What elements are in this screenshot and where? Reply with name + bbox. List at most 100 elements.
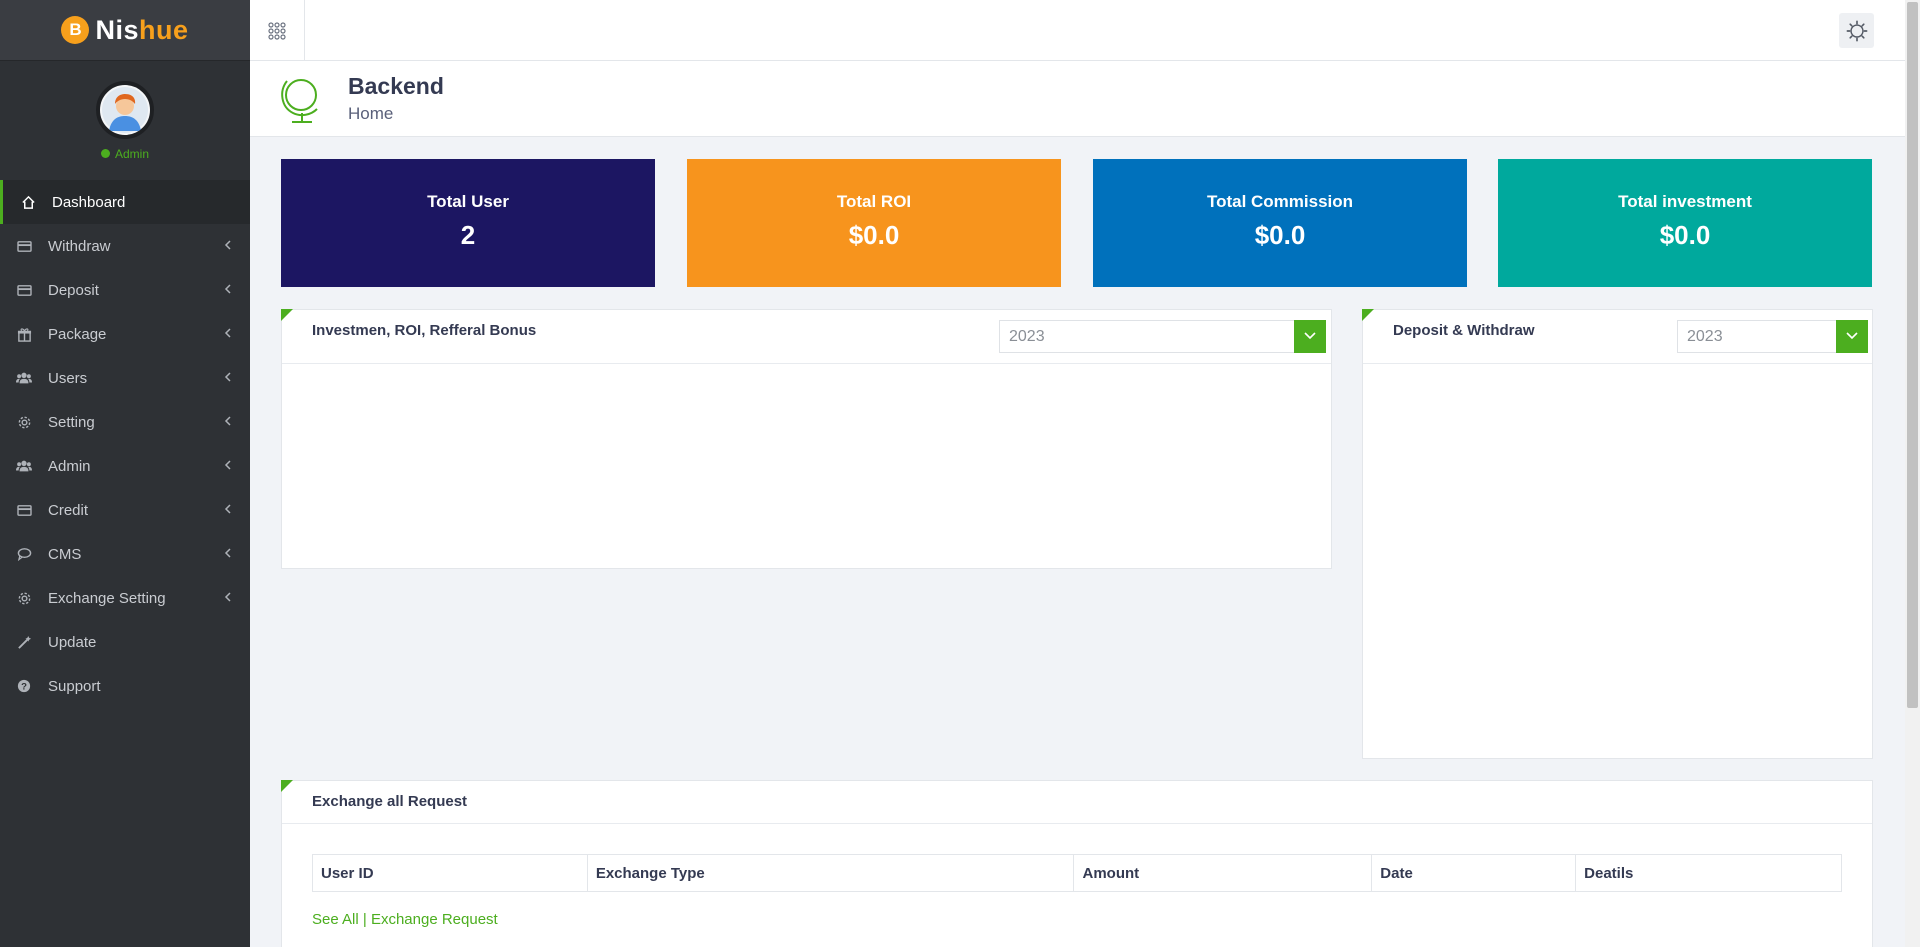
year-select-value: 2023 (1687, 327, 1723, 345)
stat-card-total-user: Total User 2 (281, 159, 655, 287)
brand-logo[interactable]: B Nishue (0, 0, 250, 61)
sidebar-item-admin[interactable]: Admin (0, 444, 250, 488)
sidebar-item-label: Setting (48, 413, 95, 431)
column-header: User ID (312, 854, 588, 892)
scrollbar-thumb[interactable] (1907, 2, 1918, 708)
exchange-links: See All | Exchange Request (312, 911, 498, 928)
stat-label: Total Commission (1206, 192, 1354, 211)
sidebar-item-withdraw[interactable]: Withdraw (0, 224, 250, 268)
user-role-label: Admin (114, 146, 149, 161)
sidebar-item-package[interactable]: Package (0, 312, 250, 356)
stat-label: Total investment (1618, 192, 1752, 211)
wand-icon (16, 634, 32, 650)
stat-value: $0.0 (1254, 220, 1306, 250)
chevron-left-icon (224, 502, 232, 519)
sidebar-item-exchange-setting[interactable]: Exchange Setting (0, 576, 250, 620)
sidebar: B Nishue Admin Dashboard Withdraw Deposi… (0, 0, 250, 947)
chevron-left-icon (224, 326, 232, 343)
sidebar-item-label: Exchange Setting (48, 589, 166, 607)
link-separator: | (362, 911, 367, 928)
panel-title: Deposit & Withdraw (1393, 322, 1535, 339)
sidebar-item-support[interactable]: ? Support (0, 664, 250, 708)
sidebar-item-credit[interactable]: Credit (0, 488, 250, 532)
dropdown-toggle[interactable] (1836, 319, 1868, 353)
sidebar-item-label: Admin (48, 457, 91, 475)
column-header: Date (1371, 854, 1577, 892)
stat-value: $0.0 (1659, 220, 1711, 250)
year-select[interactable]: 2023 (999, 319, 1326, 353)
gear-icon (16, 590, 32, 606)
chevron-left-icon (224, 546, 232, 563)
column-header: Deatils (1575, 854, 1842, 892)
avatar[interactable] (96, 80, 154, 139)
chat-icon (16, 546, 32, 562)
apps-grid-button[interactable] (250, 0, 305, 61)
exchange-request-link[interactable]: Exchange Request (371, 911, 498, 928)
svg-text:?: ? (21, 682, 27, 693)
sidebar-item-label: Withdraw (48, 237, 111, 255)
sidebar-item-label: CMS (48, 545, 82, 563)
see-all-link[interactable]: See All (312, 911, 359, 928)
panel-header: Investmen, ROI, Refferal Bonus 2023 (282, 310, 1331, 364)
avatar-image (102, 86, 148, 133)
stat-label: Total User (427, 192, 509, 211)
year-select-value: 2023 (1009, 327, 1045, 345)
sidebar-item-setting[interactable]: Setting (0, 400, 250, 444)
gear-icon (1846, 20, 1867, 41)
card-icon (16, 238, 32, 254)
sidebar-item-label: Credit (48, 501, 89, 519)
settings-button[interactable] (1839, 13, 1874, 48)
users-icon (16, 370, 32, 386)
table-header-row: User ID Exchange Type Amount Date Deatil… (312, 854, 1842, 892)
sidebar-item-users[interactable]: Users (0, 356, 250, 400)
card-icon (16, 502, 32, 518)
chevron-left-icon (224, 370, 232, 387)
profile-area: Admin (0, 61, 250, 180)
chevron-left-icon (224, 282, 232, 299)
stat-card-total-roi: Total ROI $0.0 (687, 159, 1061, 287)
stat-card-total-investment: Total investment $0.0 (1498, 159, 1872, 287)
brand-name: Nishue (95, 15, 188, 46)
stat-value: 2 (460, 220, 476, 250)
sidebar-item-deposit[interactable]: Deposit (0, 268, 250, 312)
stat-card-total-commission: Total Commission $0.0 (1093, 159, 1467, 287)
stat-label: Total ROI (836, 192, 912, 211)
panel-header: Exchange all Request (282, 781, 1872, 824)
sidebar-item-update[interactable]: Update (0, 620, 250, 664)
card-icon (16, 282, 32, 298)
sidebar-item-label: Support (48, 677, 101, 695)
sidebar-item-label: Deposit (48, 281, 99, 299)
users-icon (16, 458, 32, 474)
deposit-withdraw-panel: Deposit & Withdraw 2023 (1362, 309, 1873, 759)
bitcoin-logo-icon: B (61, 16, 90, 44)
sidebar-item-label: Update (48, 633, 97, 651)
globe-icon (277, 71, 323, 130)
investment-chart-panel: Investmen, ROI, Refferal Bonus 2023 (281, 309, 1332, 569)
year-select[interactable]: 2023 (1677, 319, 1868, 353)
exchange-table: User ID Exchange Type Amount Date Deatil… (312, 854, 1842, 892)
exchange-request-panel: Exchange all Request User ID Exchange Ty… (281, 780, 1873, 947)
panel-header: Deposit & Withdraw 2023 (1363, 310, 1872, 364)
sidebar-item-label: Users (48, 369, 88, 387)
gear-icon (16, 414, 32, 430)
online-status-icon (100, 149, 110, 158)
column-header: Amount (1073, 854, 1373, 892)
sidebar-item-cms[interactable]: CMS (0, 532, 250, 576)
home-icon (20, 194, 36, 210)
sidebar-item-dashboard[interactable]: Dashboard (0, 180, 250, 224)
sidebar-nav: Dashboard Withdraw Deposit Package Users… (0, 180, 250, 708)
chevron-left-icon (224, 414, 232, 431)
help-icon: ? (16, 678, 32, 694)
chevron-down-icon (1846, 332, 1858, 340)
brand-name-part-1: Nis (95, 14, 139, 45)
sidebar-item-label: Dashboard (52, 193, 126, 211)
panel-title: Investmen, ROI, Refferal Bonus (312, 322, 537, 339)
chevron-down-icon (1304, 332, 1316, 340)
column-header: Exchange Type (586, 854, 1075, 892)
panel-title: Exchange all Request (312, 793, 468, 810)
page-header: Backend Home (250, 61, 1905, 137)
breadcrumb[interactable]: Home (348, 104, 393, 124)
dropdown-toggle[interactable] (1294, 319, 1326, 353)
chevron-left-icon (224, 238, 232, 255)
topbar (250, 0, 1905, 61)
